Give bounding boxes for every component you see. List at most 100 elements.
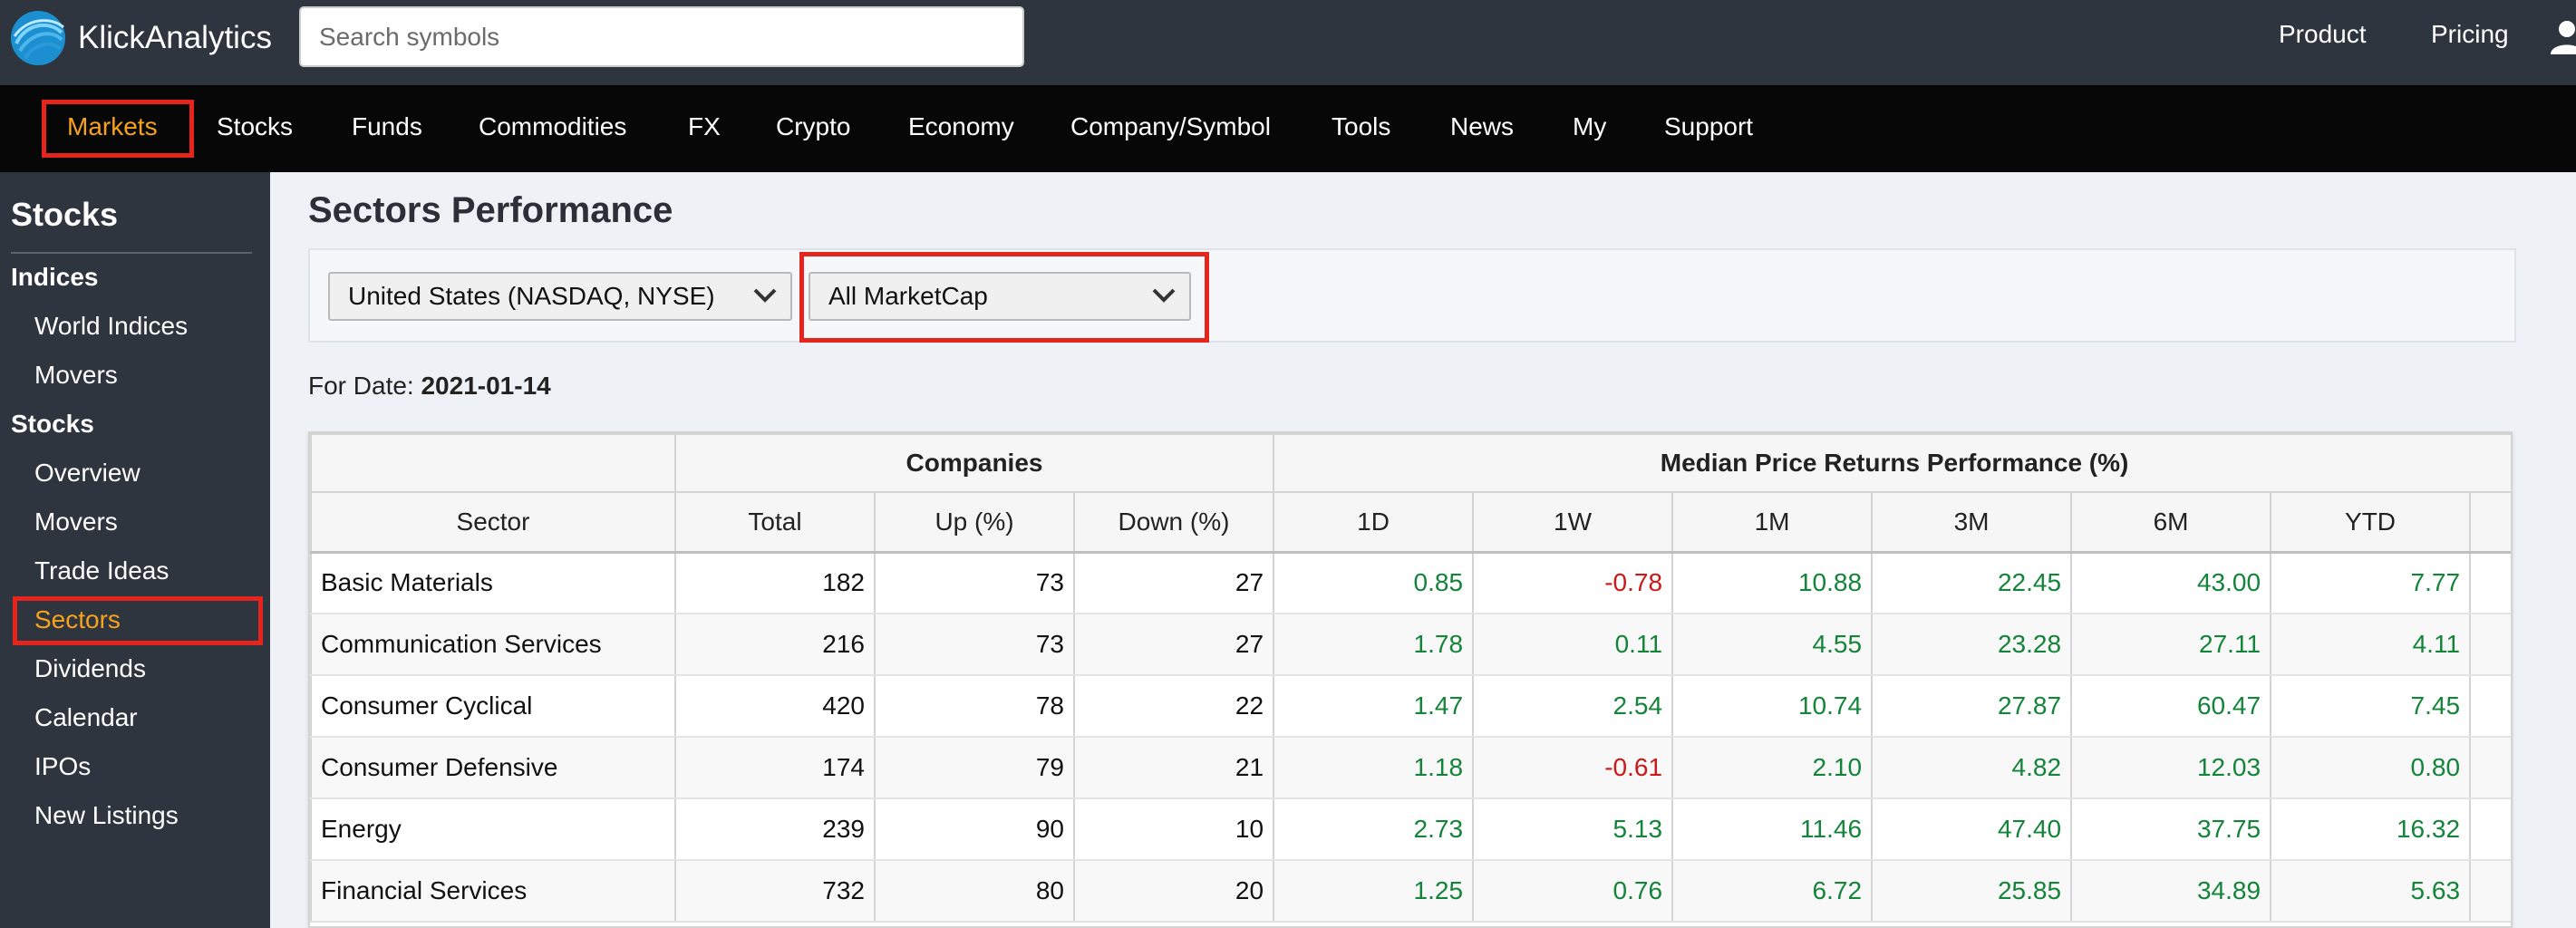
- cell-m1: 2.10: [1671, 737, 1874, 799]
- cell-w1: -0.61: [1472, 737, 1674, 799]
- country-select[interactable]: United States (NASDAQ, NYSE): [328, 272, 792, 321]
- for-date-value: 2021-01-14: [421, 372, 551, 400]
- sidebar-item-calendar[interactable]: Calendar: [34, 703, 138, 732]
- cell-m1: 10.88: [1671, 552, 1874, 614]
- nav-crypto[interactable]: Crypto: [776, 112, 850, 141]
- nav-stocks[interactable]: Stocks: [217, 112, 293, 141]
- sidebar-item-trade-ideas[interactable]: Trade Ideas: [34, 556, 169, 585]
- highlight-box-sectors: [13, 596, 263, 645]
- sidebar-item-world-indices[interactable]: World Indices: [34, 312, 188, 341]
- table-row: Communication Services 216 73 27 1.78 0.11 4.5…: [310, 614, 2511, 676]
- cell-m3: 25.85: [1871, 860, 2073, 923]
- cell-ytd: 0.80: [2270, 737, 2472, 799]
- sidebar-item-dividends[interactable]: Dividends: [34, 654, 146, 683]
- sidebar-item-movers[interactable]: Movers: [34, 508, 118, 536]
- cell-down: 27: [1072, 614, 1275, 676]
- cell-total: 239: [674, 798, 876, 861]
- country-select-value: United States (NASDAQ, NYSE): [348, 282, 715, 310]
- cell-down: 27: [1072, 552, 1275, 614]
- cell-m3: 27.87: [1871, 675, 2073, 738]
- page-title: Sectors Performance: [308, 190, 673, 230]
- col-1d[interactable]: 1D: [1273, 491, 1475, 554]
- sidebar-item-ipos[interactable]: IPOs: [34, 752, 91, 781]
- sidebar-item-new-listings[interactable]: New Listings: [34, 801, 179, 830]
- cell-total: 216: [674, 614, 876, 676]
- brand-name: KlickAnalytics: [78, 20, 272, 55]
- nav-fx[interactable]: FX: [688, 112, 721, 141]
- search-input[interactable]: [299, 6, 1024, 67]
- cell-m6: 12.03: [2070, 737, 2272, 799]
- col-ytd[interactable]: YTD: [2270, 491, 2472, 554]
- cell-total: 182: [674, 552, 876, 614]
- cell-m1: 4.55: [1671, 614, 1874, 676]
- cell-w1: 2.54: [1472, 675, 1674, 738]
- cell-spacer: [2469, 737, 2511, 799]
- cell-m6: 60.47: [2070, 675, 2272, 738]
- cell-up: 80: [874, 860, 1075, 923]
- cell-m6: 27.11: [2070, 614, 2272, 676]
- cell-d1: 1.47: [1273, 675, 1475, 738]
- cell-sector[interactable]: Communication Services: [310, 614, 676, 676]
- cell-m6: 37.75: [2070, 798, 2272, 861]
- nav-economy[interactable]: Economy: [908, 112, 1014, 141]
- for-date-label: For Date:: [308, 372, 414, 400]
- cell-w1: 0.76: [1472, 860, 1674, 923]
- main-nav: Markets Stocks Funds Commodities FX Cryp…: [0, 85, 2576, 172]
- topnav-product[interactable]: Product: [2279, 20, 2367, 49]
- cell-sector[interactable]: Basic Materials: [310, 552, 676, 614]
- header-blank: [310, 433, 676, 493]
- cell-m3: 4.82: [1871, 737, 2073, 799]
- col-1m[interactable]: 1M: [1671, 491, 1874, 554]
- nav-tools[interactable]: Tools: [1332, 112, 1390, 141]
- nav-company-symbol[interactable]: Company/Symbol: [1070, 112, 1271, 141]
- user-icon[interactable]: [2549, 18, 2576, 54]
- cell-ytd: 5.63: [2270, 860, 2472, 923]
- cell-spacer: [2469, 798, 2511, 861]
- table-row: Consumer Cyclical 420 78 22 1.47 2.54 10.74 27.…: [310, 675, 2511, 738]
- cell-sector[interactable]: Consumer Cyclical: [310, 675, 676, 738]
- cell-up: 73: [874, 614, 1075, 676]
- sidebar-title: Stocks: [11, 196, 119, 233]
- table-row: Energy 239 90 10 2.73 5.13 11.46 47.40 37.75 16.3…: [310, 798, 2511, 861]
- cell-spacer: [2469, 614, 2511, 676]
- cell-d1: 1.25: [1273, 860, 1475, 923]
- nav-commodities[interactable]: Commodities: [479, 112, 626, 141]
- cell-sector[interactable]: Consumer Defensive: [310, 737, 676, 799]
- cell-sector[interactable]: Financial Services: [310, 860, 676, 923]
- col-3m[interactable]: 3M: [1871, 491, 2073, 554]
- sidebar-section-stocks: Stocks: [11, 410, 94, 438]
- header-group-companies: Companies: [673, 433, 1275, 493]
- cell-m1: 11.46: [1671, 798, 1874, 861]
- cell-w1: 5.13: [1472, 798, 1674, 861]
- sectors-table: Companies Median Price Returns Performan…: [308, 431, 2513, 928]
- sidebar-item-indices-movers[interactable]: Movers: [34, 361, 118, 390]
- brand-logo[interactable]: KlickAnalytics: [7, 7, 272, 69]
- col-down[interactable]: Down (%): [1072, 491, 1275, 554]
- cell-up: 79: [874, 737, 1075, 799]
- for-date: For Date: 2021-01-14: [308, 372, 551, 401]
- nav-funds[interactable]: Funds: [352, 112, 422, 141]
- cell-d1: 1.78: [1273, 614, 1475, 676]
- nav-news[interactable]: News: [1450, 112, 1514, 141]
- topnav-pricing[interactable]: Pricing: [2431, 20, 2509, 49]
- nav-support[interactable]: Support: [1664, 112, 1753, 141]
- cell-ytd: 4.11: [2270, 614, 2472, 676]
- cell-m3: 22.45: [1871, 552, 2073, 614]
- cell-m6: 43.00: [2070, 552, 2272, 614]
- cell-spacer: [2469, 675, 2511, 738]
- col-up[interactable]: Up (%): [874, 491, 1075, 554]
- col-1w[interactable]: 1W: [1472, 491, 1674, 554]
- sidebar-item-overview[interactable]: Overview: [34, 459, 140, 488]
- cell-down: 20: [1072, 860, 1275, 923]
- table-row: Basic Materials 182 73 27 0.85 -0.78 10.88 22.4…: [310, 552, 2511, 614]
- cell-total: 174: [674, 737, 876, 799]
- col-6m[interactable]: 6M: [2070, 491, 2272, 554]
- cell-m1: 6.72: [1671, 860, 1874, 923]
- col-total[interactable]: Total: [674, 491, 876, 554]
- top-header: KlickAnalytics Product Pricing: [0, 0, 2576, 85]
- cell-sector[interactable]: Energy: [310, 798, 676, 861]
- nav-my[interactable]: My: [1573, 112, 1606, 141]
- cell-m3: 47.40: [1871, 798, 2073, 861]
- cell-down: 10: [1072, 798, 1275, 861]
- col-sector[interactable]: Sector: [310, 491, 676, 554]
